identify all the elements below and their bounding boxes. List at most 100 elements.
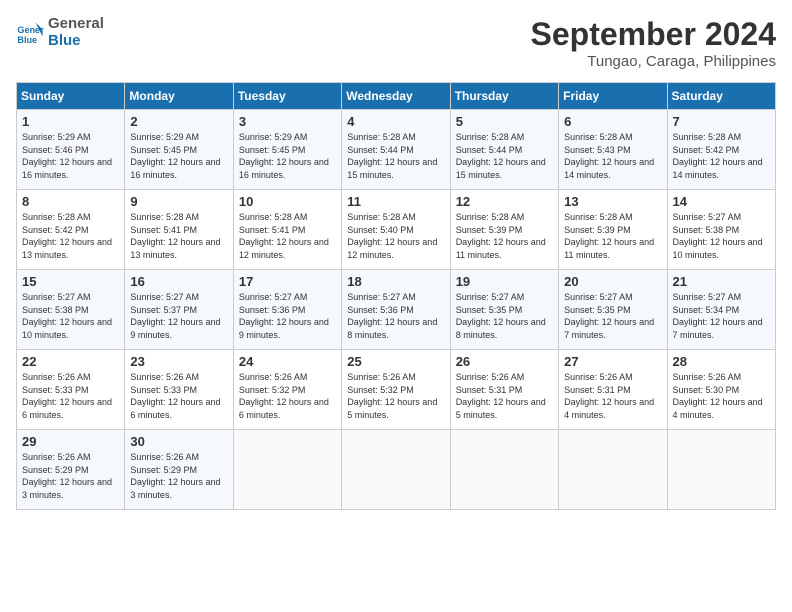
- day-cell-7: 7Sunrise: 5:28 AMSunset: 5:42 PMDaylight…: [667, 110, 775, 190]
- title-area: September 2024 Tungao, Caraga, Philippin…: [531, 16, 776, 70]
- day-cell-18: 18Sunrise: 5:27 AMSunset: 5:36 PMDayligh…: [342, 270, 450, 350]
- col-wednesday: Wednesday: [342, 83, 450, 110]
- col-saturday: Saturday: [667, 83, 775, 110]
- day-number: 29: [22, 434, 119, 449]
- day-number: 1: [22, 114, 119, 129]
- day-cell-1: 1 Sunrise: 5:29 AMSunset: 5:46 PMDaylight…: [17, 110, 125, 190]
- day-number: 25: [347, 354, 444, 369]
- calendar-week-3: 15Sunrise: 5:27 AMSunset: 5:38 PMDayligh…: [17, 270, 776, 350]
- day-number: 26: [456, 354, 553, 369]
- svg-text:Blue: Blue: [17, 34, 37, 44]
- day-number: 4: [347, 114, 444, 129]
- day-info: Sunrise: 5:28 AMSunset: 5:44 PMDaylight:…: [456, 132, 546, 180]
- col-thursday: Thursday: [450, 83, 558, 110]
- col-monday: Monday: [125, 83, 233, 110]
- day-cell-22: 22Sunrise: 5:26 AMSunset: 5:33 PMDayligh…: [17, 350, 125, 430]
- day-cell-5: 5 Sunrise: 5:28 AMSunset: 5:44 PMDaylight…: [450, 110, 558, 190]
- col-sunday: Sunday: [17, 83, 125, 110]
- header-row: Sunday Monday Tuesday Wednesday Thursday…: [17, 83, 776, 110]
- day-number: 15: [22, 274, 119, 289]
- calendar-week-4: 22Sunrise: 5:26 AMSunset: 5:33 PMDayligh…: [17, 350, 776, 430]
- day-number: 23: [130, 354, 227, 369]
- day-number: 13: [564, 194, 661, 209]
- calendar-week-5: 29 Sunrise: 5:26 AMSunset: 5:29 PMDayligh…: [17, 430, 776, 510]
- empty-cell: [450, 430, 558, 510]
- day-info: Sunrise: 5:28 AMSunset: 5:42 PMDaylight:…: [22, 212, 112, 260]
- day-info: Sunrise: 5:26 AMSunset: 5:29 PMDaylight:…: [130, 452, 220, 500]
- day-number: 8: [22, 194, 119, 209]
- day-info: Sunrise: 5:28 AMSunset: 5:43 PMDaylight:…: [564, 132, 654, 180]
- day-number: 30: [130, 434, 227, 449]
- day-info: Sunrise: 5:26 AMSunset: 5:32 PMDaylight:…: [239, 372, 329, 420]
- day-info: Sunrise: 5:26 AMSunset: 5:31 PMDaylight:…: [564, 372, 654, 420]
- day-info: Sunrise: 5:27 AMSunset: 5:36 PMDaylight:…: [239, 292, 329, 340]
- empty-cell: [342, 430, 450, 510]
- day-cell-10: 10Sunrise: 5:28 AMSunset: 5:41 PMDayligh…: [233, 190, 341, 270]
- day-info: Sunrise: 5:28 AMSunset: 5:41 PMDaylight:…: [130, 212, 220, 260]
- day-cell-14: 14 Sunrise: 5:27 AMSunset: 5:38 PMDayligh…: [667, 190, 775, 270]
- day-number: 16: [130, 274, 227, 289]
- day-number: 3: [239, 114, 336, 129]
- day-number: 20: [564, 274, 661, 289]
- day-cell-9: 9 Sunrise: 5:28 AMSunset: 5:41 PMDaylight…: [125, 190, 233, 270]
- day-number: 24: [239, 354, 336, 369]
- location: Tungao, Caraga, Philippines: [531, 53, 776, 70]
- page-header: General Blue General Blue September 2024…: [16, 16, 776, 70]
- day-number: 9: [130, 194, 227, 209]
- day-cell-21: 21 Sunrise: 5:27 AMSunset: 5:34 PMDayligh…: [667, 270, 775, 350]
- day-info: Sunrise: 5:27 AMSunset: 5:37 PMDaylight:…: [130, 292, 220, 340]
- day-number: 5: [456, 114, 553, 129]
- logo-text: General Blue: [48, 16, 104, 49]
- day-number: 14: [673, 194, 770, 209]
- col-friday: Friday: [559, 83, 667, 110]
- day-cell-15: 15Sunrise: 5:27 AMSunset: 5:38 PMDayligh…: [17, 270, 125, 350]
- day-info: Sunrise: 5:28 AMSunset: 5:40 PMDaylight:…: [347, 212, 437, 260]
- day-cell-20: 20 Sunrise: 5:27 AMSunset: 5:35 PMDayligh…: [559, 270, 667, 350]
- day-cell-16: 16 Sunrise: 5:27 AMSunset: 5:37 PMDayligh…: [125, 270, 233, 350]
- day-info: Sunrise: 5:28 AMSunset: 5:44 PMDaylight:…: [347, 132, 437, 180]
- day-info: Sunrise: 5:26 AMSunset: 5:33 PMDaylight:…: [130, 372, 220, 420]
- day-info: Sunrise: 5:26 AMSunset: 5:30 PMDaylight:…: [673, 372, 763, 420]
- logo: General Blue General Blue: [16, 16, 104, 49]
- day-cell-8: 8 Sunrise: 5:28 AMSunset: 5:42 PMDaylight…: [17, 190, 125, 270]
- empty-cell: [559, 430, 667, 510]
- day-info: Sunrise: 5:26 AMSunset: 5:31 PMDaylight:…: [456, 372, 546, 420]
- day-info: Sunrise: 5:26 AMSunset: 5:29 PMDaylight:…: [22, 452, 112, 500]
- day-info: Sunrise: 5:28 AMSunset: 5:41 PMDaylight:…: [239, 212, 329, 260]
- day-cell-13: 13 Sunrise: 5:28 AMSunset: 5:39 PMDayligh…: [559, 190, 667, 270]
- day-info: Sunrise: 5:27 AMSunset: 5:35 PMDaylight:…: [564, 292, 654, 340]
- day-info: Sunrise: 5:27 AMSunset: 5:34 PMDaylight:…: [673, 292, 763, 340]
- day-info: Sunrise: 5:28 AMSunset: 5:39 PMDaylight:…: [564, 212, 654, 260]
- logo-icon: General Blue: [16, 19, 44, 47]
- day-cell-3: 3Sunrise: 5:29 AMSunset: 5:45 PMDaylight…: [233, 110, 341, 190]
- day-info: Sunrise: 5:26 AMSunset: 5:33 PMDaylight:…: [22, 372, 112, 420]
- day-number: 6: [564, 114, 661, 129]
- day-cell-29: 29 Sunrise: 5:26 AMSunset: 5:29 PMDayligh…: [17, 430, 125, 510]
- day-number: 2: [130, 114, 227, 129]
- day-number: 28: [673, 354, 770, 369]
- month-title: September 2024: [531, 16, 776, 53]
- day-info: Sunrise: 5:27 AMSunset: 5:36 PMDaylight:…: [347, 292, 437, 340]
- day-cell-4: 4 Sunrise: 5:28 AMSunset: 5:44 PMDaylight…: [342, 110, 450, 190]
- day-number: 7: [673, 114, 770, 129]
- day-info: Sunrise: 5:29 AMSunset: 5:45 PMDaylight:…: [130, 132, 220, 180]
- day-cell-28: 28 Sunrise: 5:26 AMSunset: 5:30 PMDayligh…: [667, 350, 775, 430]
- day-cell-25: 25Sunrise: 5:26 AMSunset: 5:32 PMDayligh…: [342, 350, 450, 430]
- day-cell-2: 2 Sunrise: 5:29 AMSunset: 5:45 PMDaylight…: [125, 110, 233, 190]
- empty-cell: [233, 430, 341, 510]
- col-tuesday: Tuesday: [233, 83, 341, 110]
- day-cell-23: 23 Sunrise: 5:26 AMSunset: 5:33 PMDayligh…: [125, 350, 233, 430]
- day-number: 17: [239, 274, 336, 289]
- day-info: Sunrise: 5:27 AMSunset: 5:38 PMDaylight:…: [673, 212, 763, 260]
- day-cell-6: 6 Sunrise: 5:28 AMSunset: 5:43 PMDaylight…: [559, 110, 667, 190]
- day-cell-24: 24 Sunrise: 5:26 AMSunset: 5:32 PMDayligh…: [233, 350, 341, 430]
- day-cell-11: 11Sunrise: 5:28 AMSunset: 5:40 PMDayligh…: [342, 190, 450, 270]
- day-cell-26: 26 Sunrise: 5:26 AMSunset: 5:31 PMDayligh…: [450, 350, 558, 430]
- day-number: 27: [564, 354, 661, 369]
- day-cell-17: 17 Sunrise: 5:27 AMSunset: 5:36 PMDayligh…: [233, 270, 341, 350]
- day-cell-30: 30 Sunrise: 5:26 AMSunset: 5:29 PMDayligh…: [125, 430, 233, 510]
- day-info: Sunrise: 5:29 AMSunset: 5:46 PMDaylight:…: [22, 132, 112, 180]
- day-number: 21: [673, 274, 770, 289]
- calendar-week-1: 1 Sunrise: 5:29 AMSunset: 5:46 PMDaylight…: [17, 110, 776, 190]
- day-cell-19: 19Sunrise: 5:27 AMSunset: 5:35 PMDayligh…: [450, 270, 558, 350]
